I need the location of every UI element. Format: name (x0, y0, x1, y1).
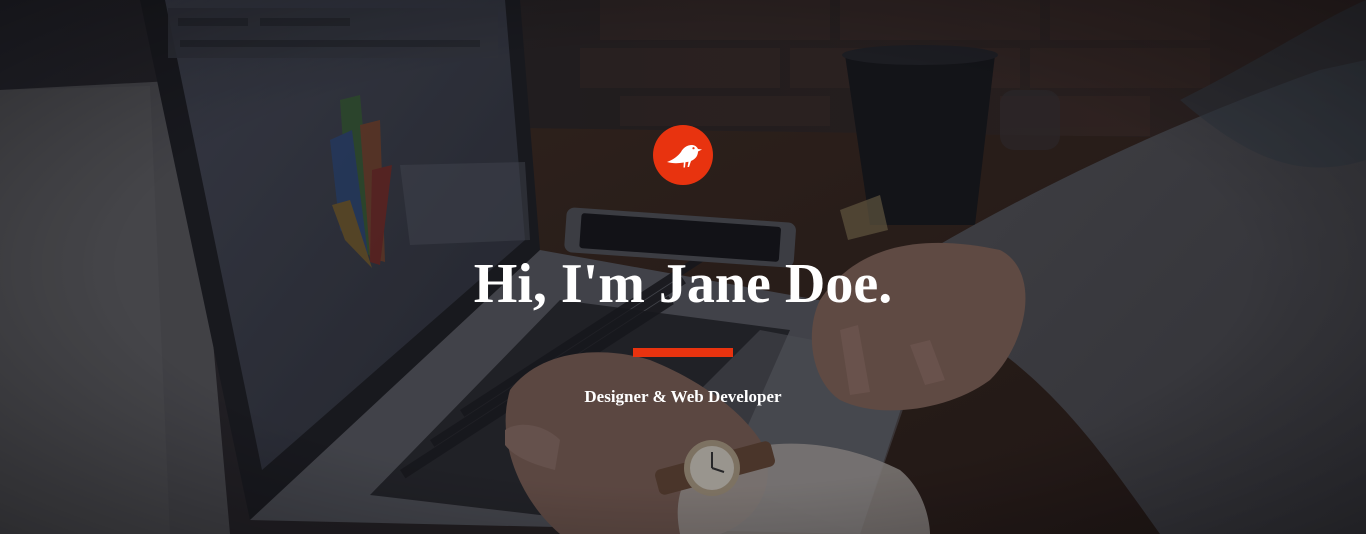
hero-tagline: Designer & Web Developer (584, 387, 782, 406)
hero-headline: Hi, I'm Jane Doe. (473, 253, 893, 315)
accent-divider (633, 348, 733, 357)
site-logo[interactable] (653, 125, 713, 185)
bird-icon (667, 145, 702, 168)
hero-content: Hi, I'm Jane Doe. Designer & Web Develop… (0, 0, 1366, 534)
hero-section: Hi, I'm Jane Doe. Designer & Web Develop… (0, 0, 1366, 534)
